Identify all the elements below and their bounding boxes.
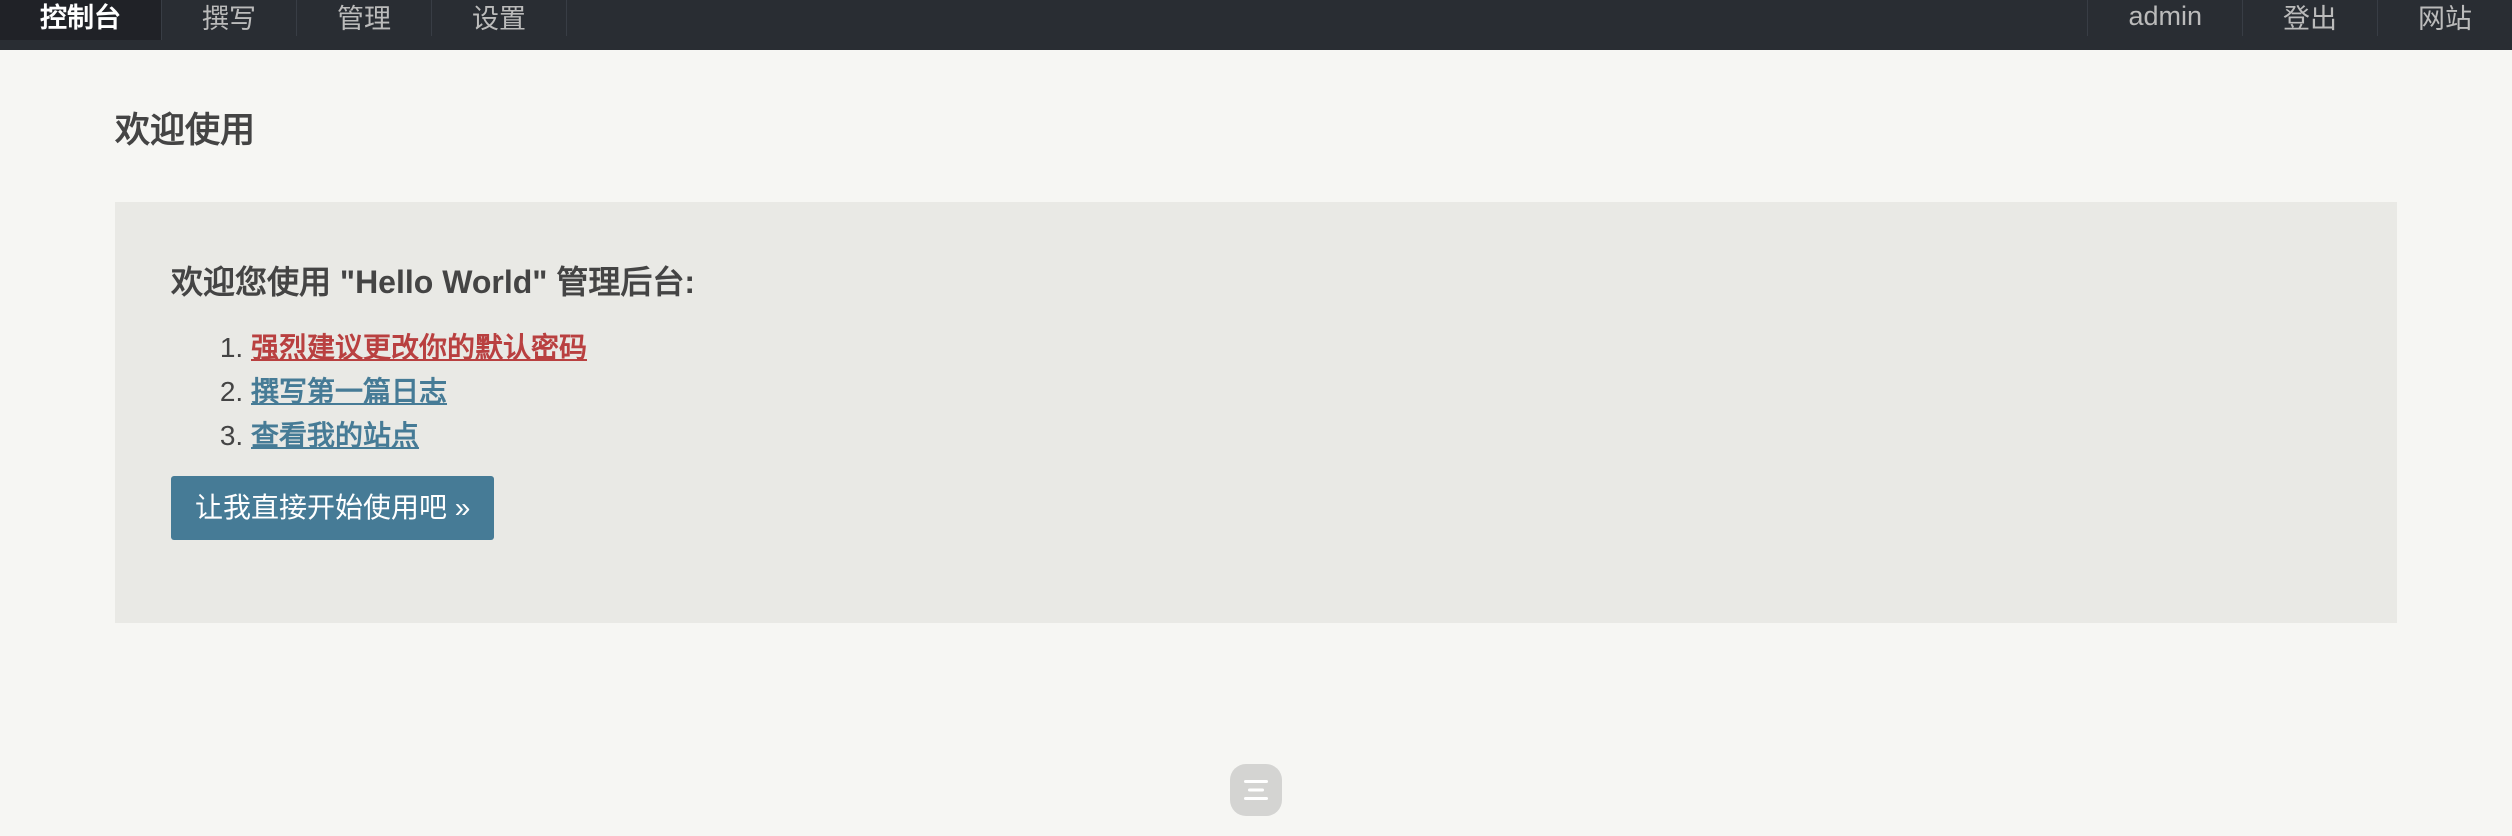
welcome-heading: 欢迎您使用 "Hello World" 管理后台: xyxy=(171,264,695,300)
nav-admin-user[interactable]: admin xyxy=(2087,0,2242,36)
nav-settings[interactable]: 设置 xyxy=(432,0,567,36)
nav-logout[interactable]: 登出 xyxy=(2242,0,2377,36)
menu-icon xyxy=(1244,780,1268,800)
start-using-button[interactable]: 让我直接开始使用吧 » xyxy=(171,476,495,540)
top-navigation-bar: 控制台 撰写 管理 设置 admin 登出 网站 xyxy=(0,0,2512,50)
welcome-board: 欢迎您使用 "Hello World" 管理后台: 强烈建议更改你的默认密码 撰… xyxy=(115,202,2397,623)
user-navigation: admin 登出 网站 xyxy=(2087,0,2512,50)
nav-write[interactable]: 撰写 xyxy=(162,0,297,36)
write-first-post-link[interactable]: 撰写第一篇日志 xyxy=(251,376,447,407)
nav-dashboard[interactable]: 控制台 xyxy=(0,0,162,40)
list-item: 强烈建议更改你的默认密码 xyxy=(251,326,2341,370)
page-title: 欢迎使用 xyxy=(115,111,256,150)
nav-website[interactable]: 网站 xyxy=(2377,0,2512,36)
primary-navigation: 控制台 撰写 管理 设置 xyxy=(0,0,567,50)
floating-menu-button[interactable] xyxy=(1230,764,1282,816)
change-password-link[interactable]: 强烈建议更改你的默认密码 xyxy=(251,332,587,363)
list-item: 撰写第一篇日志 xyxy=(251,370,2341,414)
list-item: 查看我的站点 xyxy=(251,414,2341,458)
view-site-link[interactable]: 查看我的站点 xyxy=(251,420,419,451)
nav-manage[interactable]: 管理 xyxy=(297,0,432,36)
getting-started-list: 强烈建议更改你的默认密码 撰写第一篇日志 查看我的站点 xyxy=(171,326,2341,458)
